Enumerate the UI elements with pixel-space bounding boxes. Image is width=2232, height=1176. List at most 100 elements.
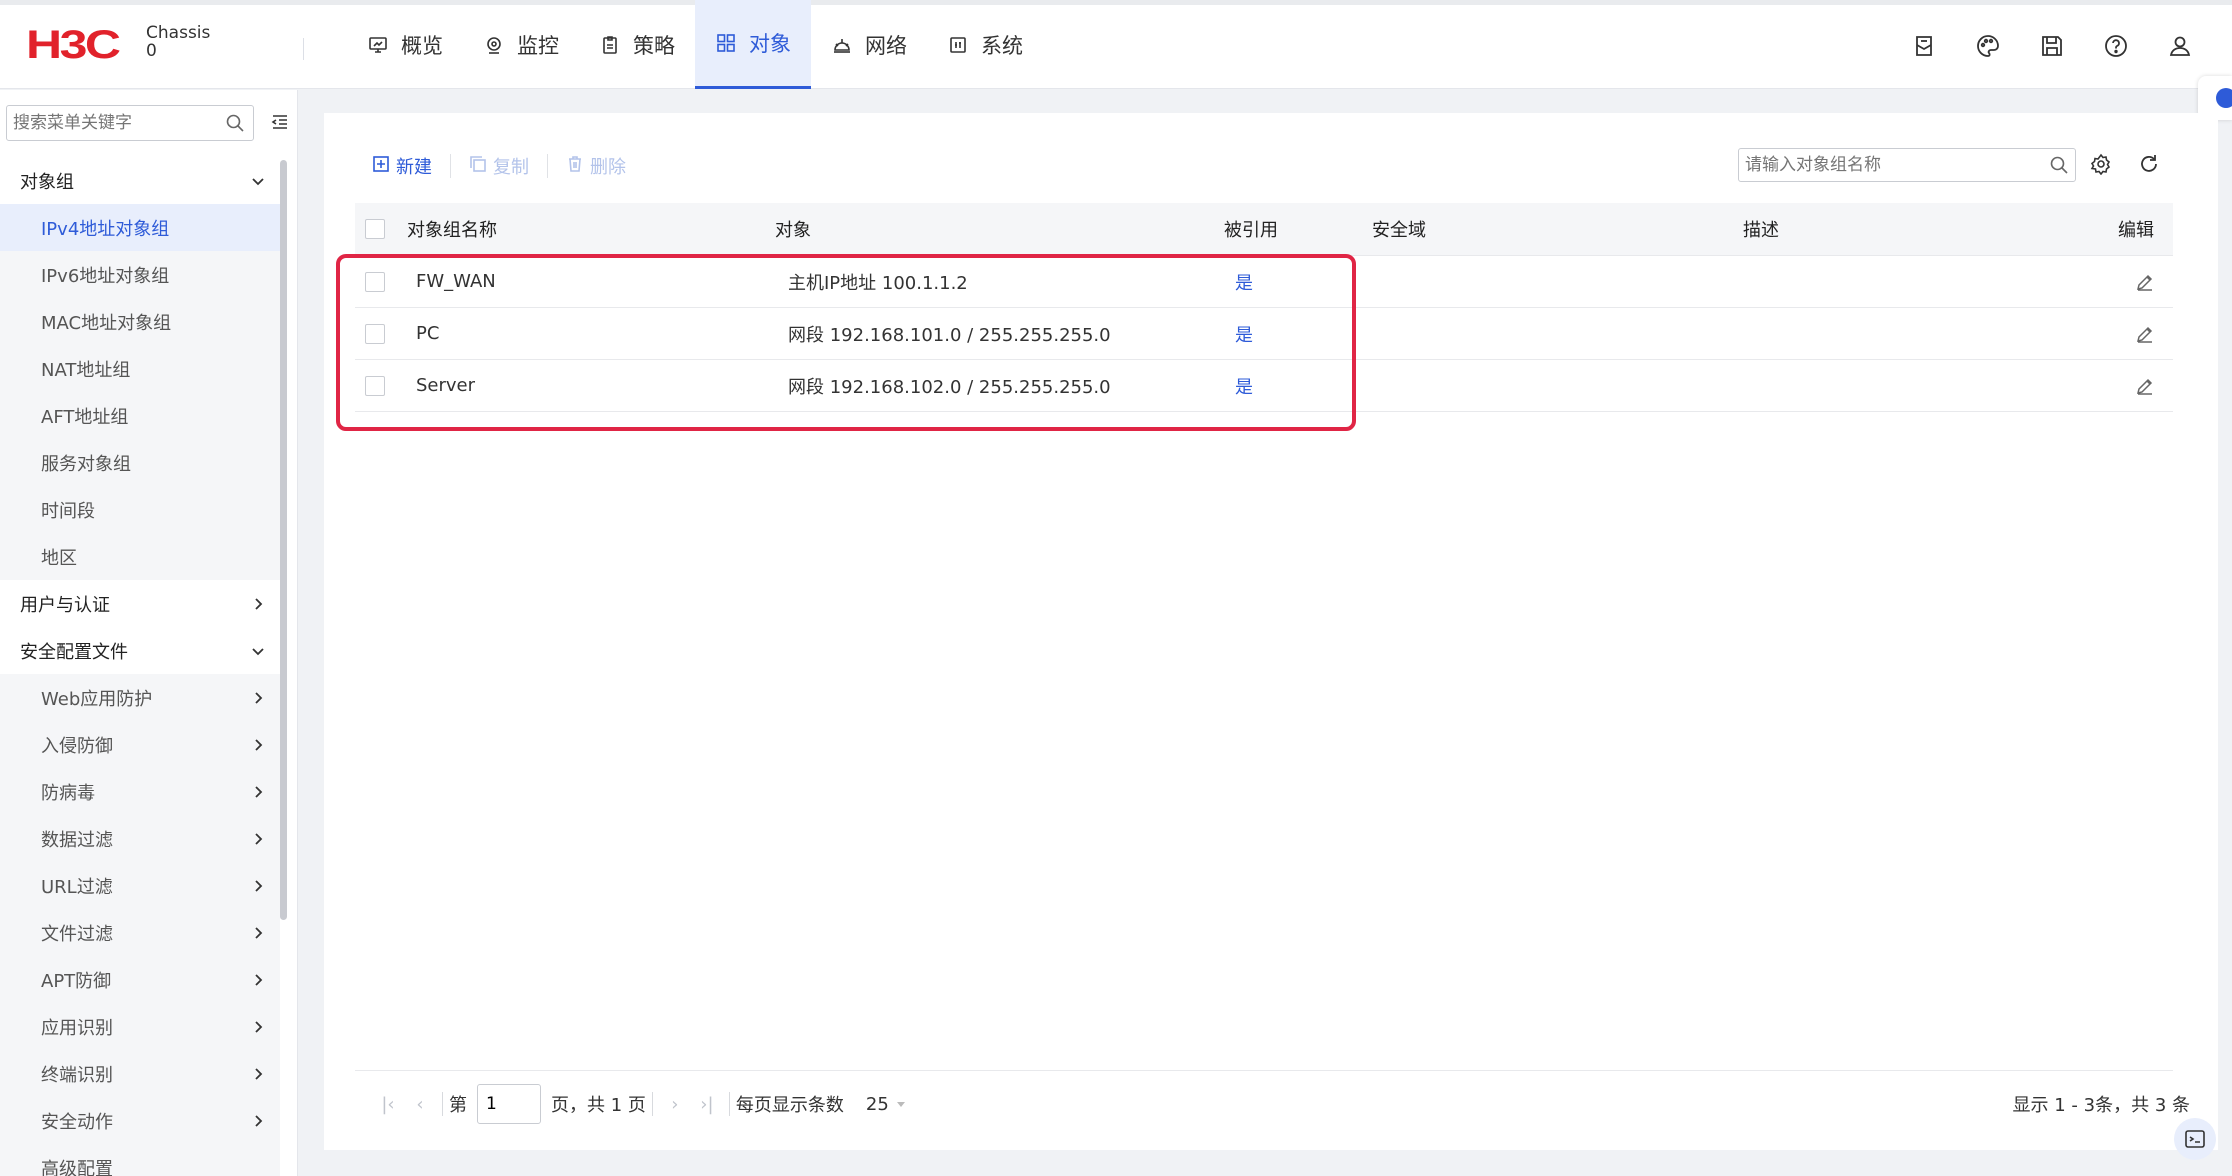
menu-item-url-filter[interactable]: URL过滤 xyxy=(0,862,280,909)
menu-item-label: APT防御 xyxy=(41,970,112,992)
menu-item-region[interactable]: 地区 xyxy=(0,533,280,580)
menu-item-file-filter[interactable]: 文件过滤 xyxy=(0,909,280,956)
object-submenu: IPv4地址对象组 IPv6地址对象组 MAC地址对象组 NAT地址组 AFT地… xyxy=(0,204,280,580)
edit-icon[interactable] xyxy=(2135,308,2155,359)
pager-divider xyxy=(355,1070,2173,1071)
object-group-search-input[interactable] xyxy=(1739,149,2029,181)
menu-item-data-filter[interactable]: 数据过滤 xyxy=(0,815,280,862)
menu-group-label: 用户与认证 xyxy=(20,594,110,616)
row-referenced-link[interactable]: 是 xyxy=(1235,360,1253,411)
menu-item-antivirus[interactable]: 防病毒 xyxy=(0,768,280,815)
menu-item-terminal-identification[interactable]: 终端识别 xyxy=(0,1050,280,1097)
delete-button[interactable]: 删除 xyxy=(566,153,626,179)
row-checkbox[interactable] xyxy=(365,323,385,344)
menu-item-service-object-group[interactable]: 服务对象组 xyxy=(0,439,280,486)
monitor-icon xyxy=(483,34,505,56)
last-page-icon[interactable]: ›| xyxy=(691,1094,723,1115)
menu-item-advanced-config[interactable]: 高级配置 xyxy=(0,1144,280,1176)
menu-item-apt-defense[interactable]: APT防御 xyxy=(0,956,280,1003)
nav-system[interactable]: 系统 xyxy=(927,0,1043,89)
chevron-right-icon xyxy=(250,1066,266,1082)
table-row[interactable]: FW_WAN 主机IP地址 100.1.1.2 是 xyxy=(355,256,2173,308)
caret-down-icon xyxy=(895,1094,907,1115)
chevron-right-icon xyxy=(250,690,266,706)
menu-group-object[interactable]: 对象组 xyxy=(0,157,280,204)
collapse-menu-icon[interactable] xyxy=(270,112,290,136)
h3c-logo[interactable]: H3C Chassis 0 xyxy=(26,24,210,66)
nav-network[interactable]: 网络 xyxy=(811,0,927,89)
page-size-select[interactable]: 25 xyxy=(866,1094,907,1115)
palette-icon[interactable] xyxy=(1972,30,2004,62)
page-number-input[interactable] xyxy=(477,1084,541,1124)
device-name: Chassis xyxy=(146,23,211,43)
menu-group-user-auth[interactable]: 用户与认证 xyxy=(0,580,280,627)
col-header-zone[interactable]: 安全域 xyxy=(1372,203,1426,255)
menu-search-input[interactable] xyxy=(7,106,207,140)
menu-item-label: IPv6地址对象组 xyxy=(41,265,170,287)
menu-group-security-profile[interactable]: 安全配置文件 xyxy=(0,627,280,674)
select-all-checkbox[interactable] xyxy=(365,219,385,239)
col-header-referenced[interactable]: 被引用 xyxy=(1224,203,1278,255)
row-checkbox-cell xyxy=(365,360,385,411)
chevron-right-icon xyxy=(250,784,266,800)
nav-dashboard[interactable]: 概览 xyxy=(347,0,463,89)
row-referenced-link[interactable]: 是 xyxy=(1235,256,1253,307)
col-header-edit: 编辑 xyxy=(2118,220,2154,241)
nav-policy[interactable]: 策略 xyxy=(579,0,695,89)
col-header-description[interactable]: 描述 xyxy=(1743,203,1779,255)
menu-item-app-identification[interactable]: 应用识别 xyxy=(0,1003,280,1050)
nav-network-label: 网络 xyxy=(865,33,907,58)
menu-item-security-action[interactable]: 安全动作 xyxy=(0,1097,280,1144)
menu-item-time-range[interactable]: 时间段 xyxy=(0,486,280,533)
table-search-box xyxy=(1738,148,2076,182)
nav-object[interactable]: 对象 xyxy=(695,0,811,89)
menu-item-web-protection[interactable]: Web应用防护 xyxy=(0,674,280,721)
row-referenced-link[interactable]: 是 xyxy=(1235,308,1253,359)
mailbox-icon[interactable] xyxy=(1908,30,1940,62)
menu-item-intrusion-prevention[interactable]: 入侵防御 xyxy=(0,721,280,768)
terminal-icon[interactable] xyxy=(2174,1118,2216,1160)
menu-item-label: IPv4地址对象组 xyxy=(41,218,170,240)
nav-policy-label: 策略 xyxy=(633,33,675,58)
edit-icon[interactable] xyxy=(2135,360,2155,411)
menu-item-ipv6-object-group[interactable]: IPv6地址对象组 xyxy=(0,251,280,298)
row-object: 主机IP地址 100.1.1.2 xyxy=(788,272,968,294)
first-page-icon[interactable]: |‹ xyxy=(372,1094,404,1115)
chevron-down-icon xyxy=(250,173,266,189)
header-top-strip xyxy=(0,0,2232,5)
user-icon[interactable] xyxy=(2164,30,2196,62)
table-row[interactable]: PC 网段 192.168.101.0 / 255.255.255.0 是 xyxy=(355,308,2173,360)
main-nav: 概览 监控 策略 对象 网络 系统 xyxy=(347,0,1043,89)
save-icon[interactable] xyxy=(2036,30,2068,62)
row-object: 网段 192.168.101.0 / 255.255.255.0 xyxy=(788,324,1111,346)
nav-system-label: 系统 xyxy=(981,33,1023,58)
menu-item-aft-address-group[interactable]: AFT地址组 xyxy=(0,392,280,439)
menu-search-box xyxy=(6,105,254,141)
gear-icon[interactable] xyxy=(2090,153,2112,179)
row-checkbox[interactable] xyxy=(365,375,385,396)
menu-item-label: Web应用防护 xyxy=(41,688,153,710)
help-icon[interactable] xyxy=(2100,30,2132,62)
delete-button-label: 删除 xyxy=(590,157,626,178)
search-icon[interactable] xyxy=(225,113,245,137)
menu-item-nat-address-group[interactable]: NAT地址组 xyxy=(0,345,280,392)
menu-item-label: NAT地址组 xyxy=(41,359,131,381)
refresh-icon[interactable] xyxy=(2138,153,2160,179)
copy-button[interactable]: 复制 xyxy=(469,153,529,179)
col-header-name[interactable]: 对象组名称 xyxy=(407,203,497,255)
table-row[interactable]: Server 网段 192.168.102.0 / 255.255.255.0 … xyxy=(355,360,2173,412)
edit-icon[interactable] xyxy=(2135,256,2155,307)
nav-monitor[interactable]: 监控 xyxy=(463,0,579,89)
menu-item-mac-object-group[interactable]: MAC地址对象组 xyxy=(0,298,280,345)
row-checkbox-cell xyxy=(365,308,385,359)
prev-page-icon[interactable]: ‹ xyxy=(404,1094,436,1115)
new-button[interactable]: 新建 xyxy=(372,153,432,179)
new-button-label: 新建 xyxy=(396,157,432,178)
row-checkbox[interactable] xyxy=(365,271,385,292)
menu-item-ipv4-object-group[interactable]: IPv4地址对象组 xyxy=(0,204,280,251)
sidebar-scrollbar[interactable] xyxy=(280,160,287,920)
next-page-icon[interactable]: › xyxy=(659,1094,691,1115)
search-icon[interactable] xyxy=(2049,155,2069,179)
col-header-object[interactable]: 对象 xyxy=(775,203,811,255)
menu-item-label: MAC地址对象组 xyxy=(41,312,172,334)
